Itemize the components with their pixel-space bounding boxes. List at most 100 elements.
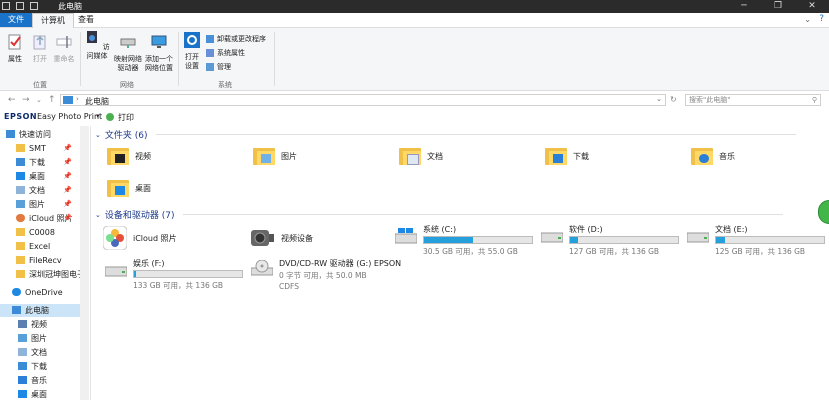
tab-view[interactable]: 查看 xyxy=(70,13,102,27)
sidebar-item[interactable]: 音乐 xyxy=(18,374,47,387)
sidebar-item-onedrive[interactable]: OneDrive xyxy=(12,286,63,299)
sidebar-item[interactable]: C0008 xyxy=(16,226,80,239)
pin-icon: 📌 xyxy=(63,144,72,152)
pin-icon: 📌 xyxy=(63,214,72,222)
ribbon-separator xyxy=(178,32,179,86)
tab-computer[interactable]: 计算机 xyxy=(32,13,74,28)
pin-icon: 📌 xyxy=(63,172,72,180)
drive-usage-fill xyxy=(716,237,725,243)
up-arrow-icon[interactable]: ↑ xyxy=(48,95,56,105)
folder-item-videos[interactable]: 视频 xyxy=(107,146,151,166)
drive-item-d[interactable]: 软件 (D:) 127 GB 可用，共 136 GB xyxy=(541,224,691,256)
device-item-camera[interactable]: 视频设备 xyxy=(249,226,313,250)
sidebar-item[interactable]: 文档 xyxy=(18,346,47,359)
section-divider xyxy=(155,134,796,135)
sidebar-item[interactable]: 下载 📌 xyxy=(16,156,80,169)
sidebar-item-quick-access[interactable]: 快速访问 xyxy=(6,128,51,141)
folder-icon[interactable] xyxy=(30,2,38,10)
sidebar-item[interactable]: Excel xyxy=(16,240,80,253)
back-arrow-icon[interactable]: ← xyxy=(8,95,16,105)
drive-usage-bar xyxy=(569,236,679,244)
hard-drive-icon xyxy=(687,232,709,243)
maximize-button[interactable]: ❐ xyxy=(761,0,795,13)
folder-item-pictures[interactable]: 图片 xyxy=(253,146,297,166)
open-button[interactable]: 打开 xyxy=(30,34,50,64)
folder-item-downloads[interactable]: 下载 xyxy=(545,146,589,166)
folder-item-music[interactable]: 音乐 xyxy=(691,146,735,166)
folder-item-documents[interactable]: 文档 xyxy=(399,146,443,166)
minimize-button[interactable]: ─ xyxy=(727,0,761,13)
dropdown-chevron-icon[interactable]: ⌄ xyxy=(656,95,662,103)
document-icon xyxy=(18,348,27,356)
drive-item-f[interactable]: 娱乐 (F:) 133 GB 可用，共 136 GB xyxy=(105,258,255,290)
breadcrumb-chevron-icon[interactable]: › xyxy=(76,95,79,103)
sidebar-item[interactable]: 视频 xyxy=(18,318,47,331)
icloud-photos-icon xyxy=(16,214,25,222)
breadcrumb[interactable]: 此电脑 xyxy=(85,96,109,107)
settings-gear-icon xyxy=(184,32,200,48)
close-button[interactable]: ✕ xyxy=(795,0,829,13)
folder-icon xyxy=(16,256,25,264)
sidebar-item[interactable]: 下载 xyxy=(18,360,47,373)
uninstall-program-button[interactable]: 卸载或更改程序 xyxy=(206,34,266,44)
forward-arrow-icon[interactable]: → xyxy=(22,95,30,105)
sidebar-item[interactable]: SMT 📌 xyxy=(16,142,80,155)
document-folder-icon xyxy=(399,146,421,166)
collapse-chevron-icon[interactable]: ⌄ xyxy=(95,211,101,219)
sidebar-item[interactable]: 桌面 xyxy=(18,388,47,401)
search-input[interactable]: 搜索"此电脑" ⚲ xyxy=(685,94,821,106)
add-network-location-button[interactable]: 添加一个 网络位置 xyxy=(143,34,175,73)
content-pane: ⌄ 文件夹 (6) 视频 图片 文档 下载 音乐 桌面 ⌄ 设备和驱动器 (7)… xyxy=(91,126,829,400)
sidebar-item[interactable]: iCloud 照片 📌 xyxy=(16,212,80,225)
drive-item-e[interactable]: 文档 (E:) 125 GB 可用，共 136 GB xyxy=(687,224,827,256)
dropdown-arrow-icon[interactable]: ▾ xyxy=(96,112,100,120)
manage-button[interactable]: 管理 xyxy=(206,62,231,72)
folder-item-desktop[interactable]: 桌面 xyxy=(107,178,151,198)
print-button[interactable]: 打印 xyxy=(118,112,134,123)
open-settings-button[interactable]: 打开 设置 xyxy=(181,32,203,71)
rename-icon xyxy=(56,36,72,48)
sidebar-item[interactable]: 桌面 📌 xyxy=(16,170,80,183)
sidebar-scrollbar[interactable] xyxy=(80,126,89,400)
collapse-chevron-icon[interactable]: ⌄ xyxy=(95,131,101,139)
refresh-icon[interactable]: ↻ xyxy=(670,95,677,104)
epson-toolbar: EPSON Easy Photo Print ▾ 打印 xyxy=(0,110,829,124)
pin-icon: 📌 xyxy=(63,158,72,166)
sidebar-item[interactable]: 图片 xyxy=(18,332,47,345)
devices-section-header[interactable]: ⌄ 设备和驱动器 (7) xyxy=(95,208,783,221)
camera-icon xyxy=(251,230,274,246)
properties-button[interactable]: 属性 xyxy=(5,34,25,64)
map-drive-button[interactable]: 映射网络 驱动器 xyxy=(113,34,143,73)
video-icon xyxy=(18,320,27,328)
sidebar-item-thispc[interactable]: 此电脑 xyxy=(0,304,80,317)
sidebar-item[interactable]: FileRecv xyxy=(16,254,80,267)
quick-access-toolbar xyxy=(2,2,38,10)
sidebar-item[interactable]: 文档 📌 xyxy=(16,184,80,197)
sidebar-item[interactable]: 深圳冠坤图电子 xyxy=(16,268,80,281)
sidebar-item[interactable]: 图片 📌 xyxy=(16,198,80,211)
uninstall-icon xyxy=(206,35,214,43)
hard-drive-icon xyxy=(105,266,127,277)
recent-chevron-icon[interactable]: ⌄ xyxy=(36,96,42,104)
pc-icon[interactable] xyxy=(2,2,10,10)
chevron-down-icon[interactable]: ⌄ xyxy=(804,15,811,24)
tab-file[interactable]: 文件 xyxy=(0,13,32,27)
device-item-icloud[interactable]: iCloud 照片 xyxy=(103,226,177,250)
address-bar[interactable]: › 此电脑 ⌄ xyxy=(60,94,666,106)
window-title: 此电脑 xyxy=(58,2,82,11)
drive-item-dvd[interactable]: DVD/CD-RW 驱动器 (G:) EPSON 0 字节 可用，共 50.0 … xyxy=(251,258,431,298)
network-drive-icon xyxy=(120,38,136,48)
system-properties-button[interactable]: 系统属性 xyxy=(206,48,245,58)
folders-section-header[interactable]: ⌄ 文件夹 (6) xyxy=(95,128,796,141)
rename-button[interactable]: 重命名 xyxy=(52,34,76,64)
access-media-button[interactable]: 访问媒体 xyxy=(82,31,112,61)
drive-item-c[interactable]: 系统 (C:) 30.5 GB 可用，共 55.0 GB xyxy=(395,224,545,256)
search-icon: ⚲ xyxy=(811,96,817,104)
checkmark-icon[interactable] xyxy=(16,2,24,10)
document-icon xyxy=(16,186,25,194)
easy-photo-print-menu[interactable]: Easy Photo Print xyxy=(37,112,102,121)
desktop-folder-icon xyxy=(107,178,129,198)
dvd-drive-icon xyxy=(251,260,273,276)
help-icon[interactable]: ? xyxy=(819,14,824,24)
section-divider xyxy=(182,214,783,215)
